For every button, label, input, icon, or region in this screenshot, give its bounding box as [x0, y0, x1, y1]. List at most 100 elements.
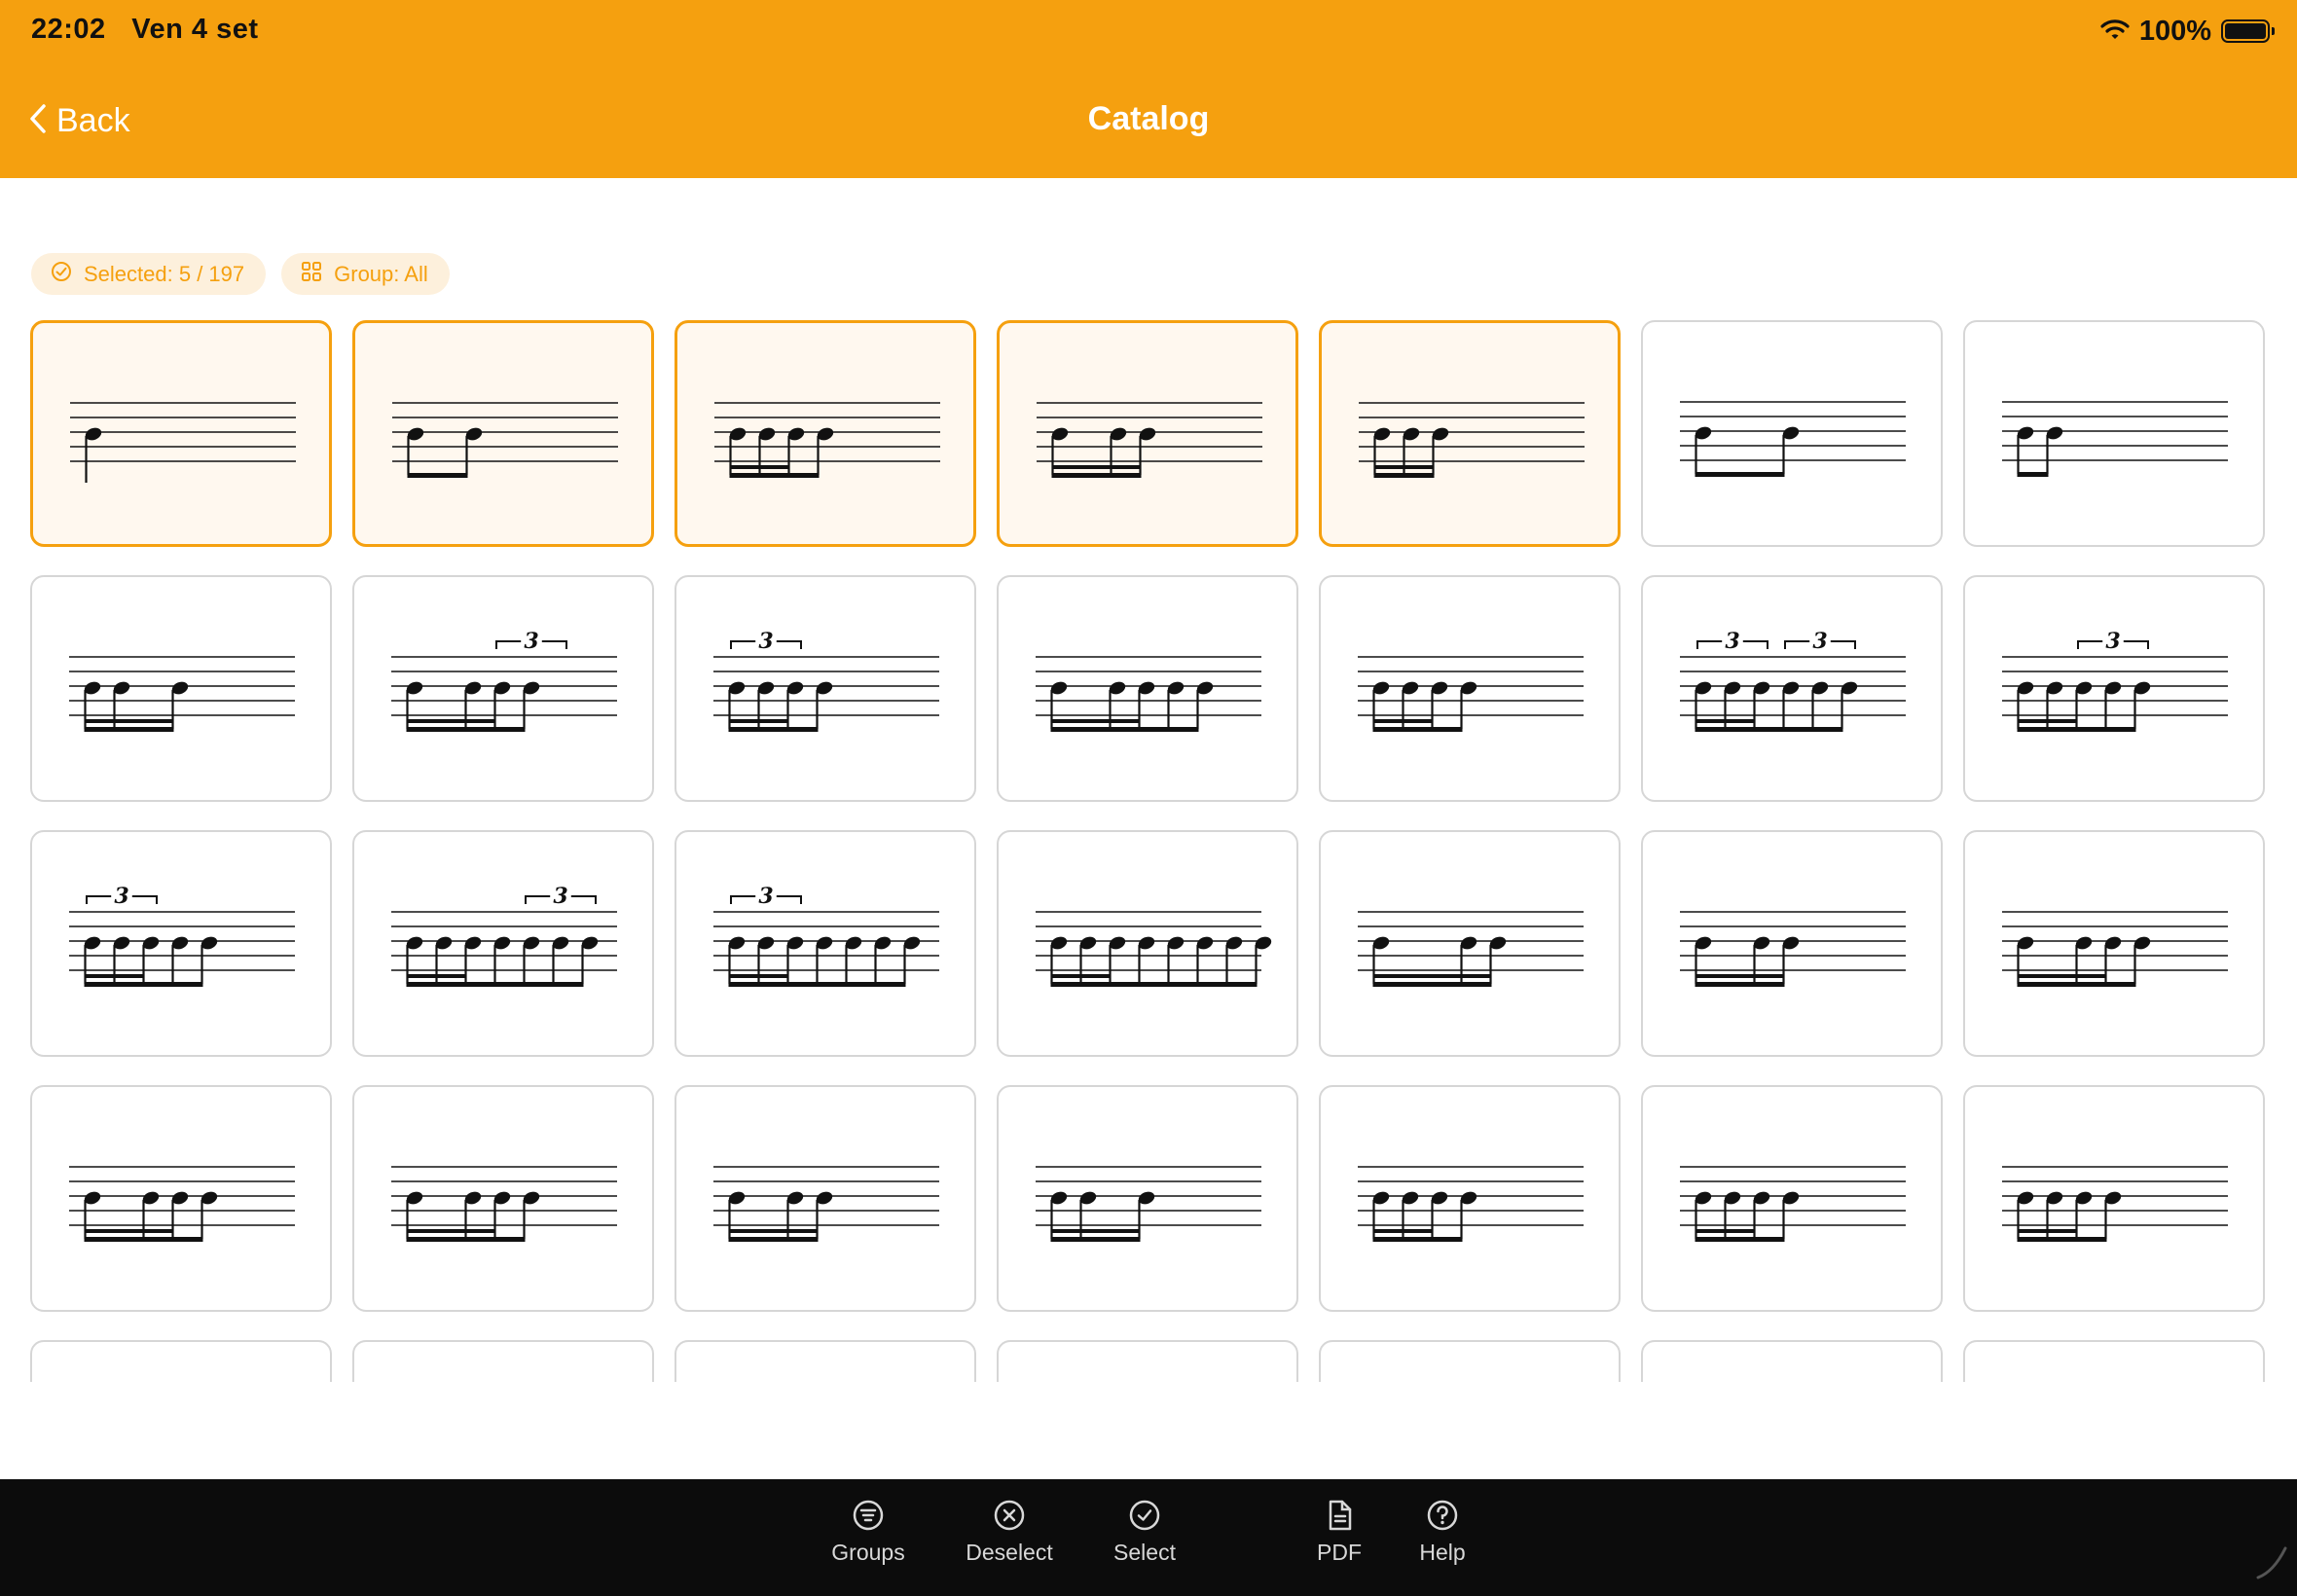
rhythm-card[interactable] [30, 1340, 332, 1382]
note-beam [728, 727, 819, 732]
selected-count-chip[interactable]: Selected: 5 / 197 [31, 253, 267, 295]
rhythm-notation: 3 [2002, 629, 2228, 732]
rhythm-notation: 3 [69, 884, 295, 987]
rhythm-card[interactable]: 33 [1641, 575, 1943, 802]
rhythm-grid: 33333333 [0, 311, 2297, 1382]
toolbar-label: Deselect [966, 1540, 1053, 1565]
rhythm-card[interactable] [1963, 1340, 2265, 1382]
note-beam [729, 473, 820, 478]
rhythm-notation [1358, 1166, 1584, 1242]
note-beam [84, 727, 174, 732]
note-beam [728, 1237, 819, 1242]
rhythm-card[interactable]: 3 [352, 575, 654, 802]
tuplet-number: 3 [524, 629, 538, 654]
battery-fill [2225, 23, 2266, 39]
note-beam [1050, 982, 1258, 987]
question-circle-icon [1374, 1499, 1511, 1532]
rhythm-card[interactable] [1319, 575, 1621, 802]
rhythm-card[interactable] [997, 1340, 1298, 1382]
note-beam [1695, 1229, 1756, 1233]
rhythm-card[interactable] [997, 320, 1298, 547]
rhythm-card[interactable] [997, 830, 1298, 1057]
note-beam [1373, 465, 1435, 469]
tuplet-number: 3 [553, 884, 567, 909]
status-indicators: 100% [2100, 14, 2275, 49]
rhythm-card[interactable] [997, 575, 1298, 802]
rhythm-card[interactable]: 3 [30, 830, 332, 1057]
rhythm-card[interactable] [1963, 830, 2265, 1057]
rhythm-notation [1965, 1342, 2267, 1382]
rhythm-card[interactable] [1641, 830, 1943, 1057]
note-beam [1695, 974, 1785, 978]
rhythm-card[interactable] [675, 1085, 976, 1312]
rhythm-card[interactable]: 3 [675, 830, 976, 1057]
rhythm-card[interactable] [352, 1085, 654, 1312]
tuplet-number: 3 [2105, 629, 2120, 654]
pencil-stroke-icon [2252, 1542, 2291, 1586]
rhythm-card[interactable] [352, 320, 654, 547]
rhythm-notation [69, 1166, 295, 1242]
rhythm-notation [70, 402, 296, 483]
rhythm-card[interactable] [1319, 830, 1621, 1057]
help-button[interactable]: Help [1374, 1499, 1511, 1566]
rhythm-card[interactable]: 3 [675, 575, 976, 802]
rhythm-notation [2002, 1166, 2228, 1242]
note-beam [728, 982, 906, 987]
note-beam [1372, 1237, 1463, 1242]
rhythm-notation [1680, 401, 1906, 477]
status-clock: 22:02 [31, 14, 106, 45]
rhythm-card[interactable] [30, 575, 332, 802]
rhythm-notation [1037, 402, 1262, 478]
deselect-button[interactable]: Deselect [941, 1499, 1077, 1566]
grid-icon [301, 261, 322, 288]
note-beam [728, 1229, 819, 1233]
note-beam [406, 719, 496, 723]
rhythm-notation [1358, 911, 1584, 987]
rhythm-card[interactable]: 3 [1963, 575, 2265, 802]
bottom-toolbar: Groups Deselect Select PDF Help [0, 1479, 2297, 1596]
rhythm-notation: 33 [1680, 629, 1906, 732]
groups-button[interactable]: Groups [800, 1499, 936, 1566]
note-beam [2017, 1237, 2107, 1242]
rhythm-card[interactable] [1319, 1340, 1621, 1382]
rhythm-notation [713, 1166, 939, 1242]
rhythm-notation: 3 [391, 884, 617, 987]
rhythm-card[interactable] [1963, 320, 2265, 547]
note-beam [1372, 727, 1463, 732]
status-date: Ven 4 set [131, 14, 259, 45]
rhythm-card[interactable] [1641, 320, 1943, 547]
note-beam [1051, 473, 1142, 478]
group-chip[interactable]: Group: All [281, 253, 450, 295]
note-beam [2017, 1229, 2078, 1233]
note-beam [406, 982, 584, 987]
rhythm-card[interactable] [30, 1085, 332, 1312]
rhythm-card[interactable] [675, 320, 976, 547]
rhythm-card[interactable] [1963, 1085, 2265, 1312]
note-beam [1372, 974, 1492, 978]
rhythm-notation [354, 1342, 656, 1382]
rhythm-card[interactable] [675, 1340, 976, 1382]
note-beam [2017, 719, 2078, 723]
note-beam [84, 1237, 203, 1242]
rhythm-notation [1036, 1166, 1261, 1242]
rhythm-card[interactable] [30, 320, 332, 547]
note-beam [1695, 1237, 1785, 1242]
rhythm-notation [999, 1342, 1300, 1382]
note-beam [84, 719, 174, 723]
note-beam [84, 982, 203, 987]
note-beam [1695, 727, 1843, 732]
note-beam [406, 1237, 526, 1242]
rhythm-card[interactable] [1641, 1340, 1943, 1382]
rhythm-card[interactable] [997, 1085, 1298, 1312]
rhythm-card[interactable]: 3 [352, 830, 654, 1057]
rhythm-card[interactable] [1641, 1085, 1943, 1312]
rhythm-card[interactable] [1319, 1085, 1621, 1312]
rhythm-notation [2002, 401, 2228, 477]
toolbar-label: Help [1419, 1540, 1466, 1565]
rhythm-card[interactable] [1319, 320, 1621, 547]
rhythm-notation [676, 1342, 978, 1382]
rhythm-card[interactable] [352, 1340, 654, 1382]
select-button[interactable]: Select [1076, 1499, 1213, 1566]
note-beam [728, 974, 789, 978]
rhythm-notation [391, 1166, 617, 1242]
